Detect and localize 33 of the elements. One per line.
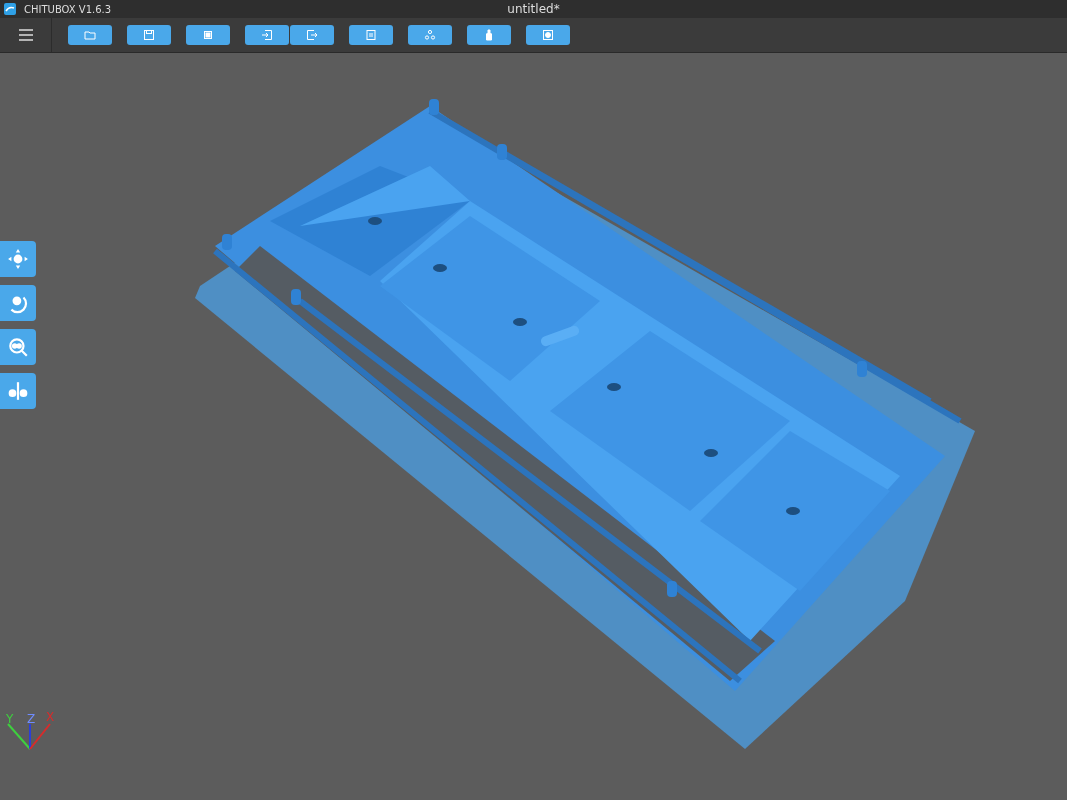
mirror-icon (7, 380, 29, 402)
bottle-button[interactable] (467, 25, 511, 45)
frame-icon (202, 29, 214, 41)
scale-tool-button[interactable] (0, 329, 36, 365)
exit-button[interactable] (290, 25, 334, 45)
z-axis-label: Z (27, 712, 36, 726)
document-icon (365, 29, 377, 41)
folder-icon (84, 29, 96, 41)
square-button[interactable] (526, 25, 570, 45)
frame-button[interactable] (186, 25, 230, 45)
rotate-tool-button[interactable] (0, 285, 36, 321)
move-icon (7, 248, 29, 270)
enter-button[interactable] (245, 25, 289, 45)
floppy-icon (143, 29, 155, 41)
square-icon (542, 29, 554, 41)
move-tool-button[interactable] (0, 241, 36, 277)
arrow-out-icon (306, 29, 318, 41)
y-axis-label: Y (6, 712, 14, 726)
app-logo-icon (4, 3, 16, 15)
document-title: untitled* (507, 2, 560, 16)
arrow-in-icon (261, 29, 273, 41)
bottle-icon (483, 29, 495, 41)
mirror-tool-button[interactable] (0, 373, 36, 409)
x-axis-label: X (46, 710, 55, 724)
folder-button[interactable] (68, 25, 112, 45)
menu-icon (18, 29, 33, 41)
zoom-icon (7, 336, 29, 358)
document-button[interactable] (349, 25, 393, 45)
app-title: CHITUBOX V1.6.3 (24, 3, 112, 15)
nodes-icon (424, 29, 436, 41)
nodes-button[interactable] (408, 25, 452, 45)
axis-lines-drawing (7, 723, 51, 750)
save-button[interactable] (127, 25, 171, 45)
